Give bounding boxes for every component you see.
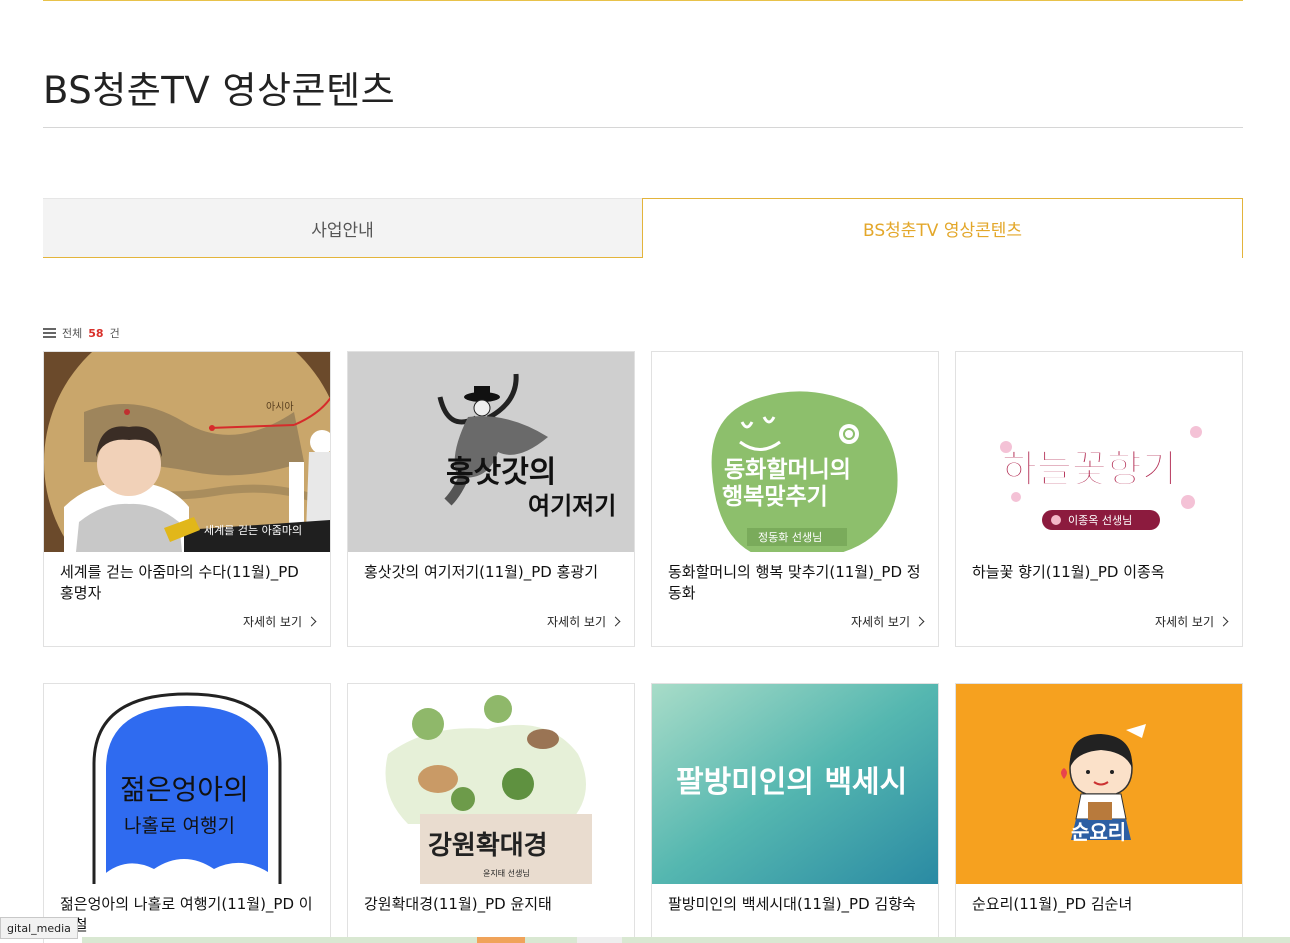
video-thumbnail[interactable]: 강원확대경 윤지태 선생님 — [348, 684, 634, 884]
chevron-right-icon — [914, 616, 925, 627]
chevron-right-icon — [1218, 616, 1229, 627]
video-title[interactable]: 세계를 걷는 아줌마의 수다(11월)_PD 홍명자 — [60, 562, 315, 604]
video-thumbnail[interactable]: 하늘꽃향기 이종옥 선생님 — [956, 352, 1242, 552]
thumb-caption: 젊은엉아의 — [120, 773, 249, 806]
thumb-caption: 강원확대경 — [428, 831, 548, 861]
thumb-caption: 세계를 걷는 아줌마의 — [204, 524, 302, 537]
tab-video-contents[interactable]: BS청춘TV 영상콘텐츠 — [642, 198, 1243, 258]
video-thumbnail[interactable]: 순요리 — [956, 684, 1242, 884]
count-prefix: 전체 — [62, 327, 83, 340]
thumb-caption: 하늘꽃향기 — [1002, 447, 1177, 491]
video-card[interactable]: 강원확대경 윤지태 선생님 강원확대경(11월)_PD 윤지태 — [347, 683, 635, 943]
video-title[interactable]: 순요리(11월)_PD 김순녀 — [972, 894, 1227, 915]
thumb-caption: 홍삿갓의 — [446, 455, 556, 490]
more-link[interactable]: 자세히 보기 — [1154, 613, 1229, 630]
more-link[interactable]: 자세히 보기 — [850, 613, 925, 630]
video-title[interactable]: 홍삿갓의 여기저기(11월)_PD 홍광기 — [364, 562, 619, 583]
bottom-strip — [82, 937, 1290, 943]
top-divider — [43, 0, 1243, 1]
more-label: 자세히 보기 — [242, 615, 302, 629]
thumb-map-label: 아시아 — [266, 401, 294, 413]
video-title[interactable]: 동화할머니의 행복 맞추기(11월)_PD 정동화 — [668, 562, 923, 604]
video-title[interactable]: 팔방미인의 백세시대(11월)_PD 김향숙 — [668, 894, 923, 915]
video-card[interactable]: 하늘꽃향기 이종옥 선생님 하늘꽃 향기(11월)_PD 이종옥 자세히 보기 — [955, 351, 1243, 647]
count-number: 58 — [88, 326, 104, 340]
more-label: 자세히 보기 — [546, 615, 606, 629]
thumb-caption: 팔방미인의 백세시 — [676, 765, 907, 800]
total-count: 전체 58 건 — [43, 325, 120, 341]
video-card[interactable]: 홍삿갓의 여기저기 홍삿갓의 여기저기(11월)_PD 홍광기 자세히 보기 — [347, 351, 635, 647]
thumb-teacher: 윤지태 선생님 — [483, 868, 530, 878]
video-card[interactable]: 아시아 세계를 걷는 아줌마의 세계를 걷는 아줌마의 수다(11월)_PD 홍… — [43, 351, 331, 647]
more-label: 자세히 보기 — [850, 615, 910, 629]
video-card[interactable]: 동화할머니의 행복맞추기 정동화 선생님 동화할머니의 행복 맞추기(11월)_… — [651, 351, 939, 647]
video-thumbnail[interactable]: 홍삿갓의 여기저기 — [348, 352, 634, 552]
video-thumbnail[interactable]: 젊은엉아의 나홀로 여행기 — [44, 684, 330, 884]
video-thumbnail[interactable]: 팔방미인의 백세시 — [652, 684, 938, 884]
tab-bar: 사업안내 BS청춘TV 영상콘텐츠 — [43, 198, 1243, 258]
video-thumbnail[interactable]: 아시아 세계를 걷는 아줌마의 — [44, 352, 330, 552]
video-card[interactable]: 팔방미인의 백세시 팔방미인의 백세시대(11월)_PD 김향숙 — [651, 683, 939, 943]
video-thumbnail[interactable]: 동화할머니의 행복맞추기 정동화 선생님 — [652, 352, 938, 552]
thumb-caption-2: 여기저기 — [528, 491, 616, 520]
thumb-caption-2: 나홀로 여행기 — [124, 815, 235, 837]
more-link[interactable]: 자세히 보기 — [546, 613, 621, 630]
list-icon — [43, 328, 56, 338]
more-label: 자세히 보기 — [1154, 615, 1214, 629]
video-title[interactable]: 강원확대경(11월)_PD 윤지태 — [364, 894, 619, 915]
status-bar: gital_media — [0, 917, 78, 939]
video-card[interactable]: 순요리 순요리(11월)_PD 김순녀 — [955, 683, 1243, 943]
thumb-caption-2: 행복맞추기 — [722, 484, 828, 510]
thumb-teacher: 이종옥 선생님 — [1068, 514, 1132, 527]
title-divider — [43, 127, 1243, 128]
chevron-right-icon — [306, 616, 317, 627]
video-title[interactable]: 젊은엉아의 나홀로 여행기(11월)_PD 이병철 — [60, 894, 315, 936]
video-card[interactable]: 젊은엉아의 나홀로 여행기 젊은엉아의 나홀로 여행기(11월)_PD 이병철 — [43, 683, 331, 943]
chevron-right-icon — [610, 616, 621, 627]
video-grid: 아시아 세계를 걷는 아줌마의 세계를 걷는 아줌마의 수다(11월)_PD 홍… — [43, 351, 1243, 943]
more-link[interactable]: 자세히 보기 — [242, 613, 317, 630]
thumb-caption: 동화할머니의 — [724, 457, 851, 483]
thumb-caption: 순요리 — [1071, 820, 1126, 844]
video-title[interactable]: 하늘꽃 향기(11월)_PD 이종옥 — [972, 562, 1227, 583]
count-suffix: 건 — [109, 327, 120, 340]
thumb-teacher: 정동화 선생님 — [758, 531, 822, 544]
tab-business-info[interactable]: 사업안내 — [43, 198, 642, 258]
page-title: BS청춘TV 영상콘텐츠 — [43, 69, 396, 112]
